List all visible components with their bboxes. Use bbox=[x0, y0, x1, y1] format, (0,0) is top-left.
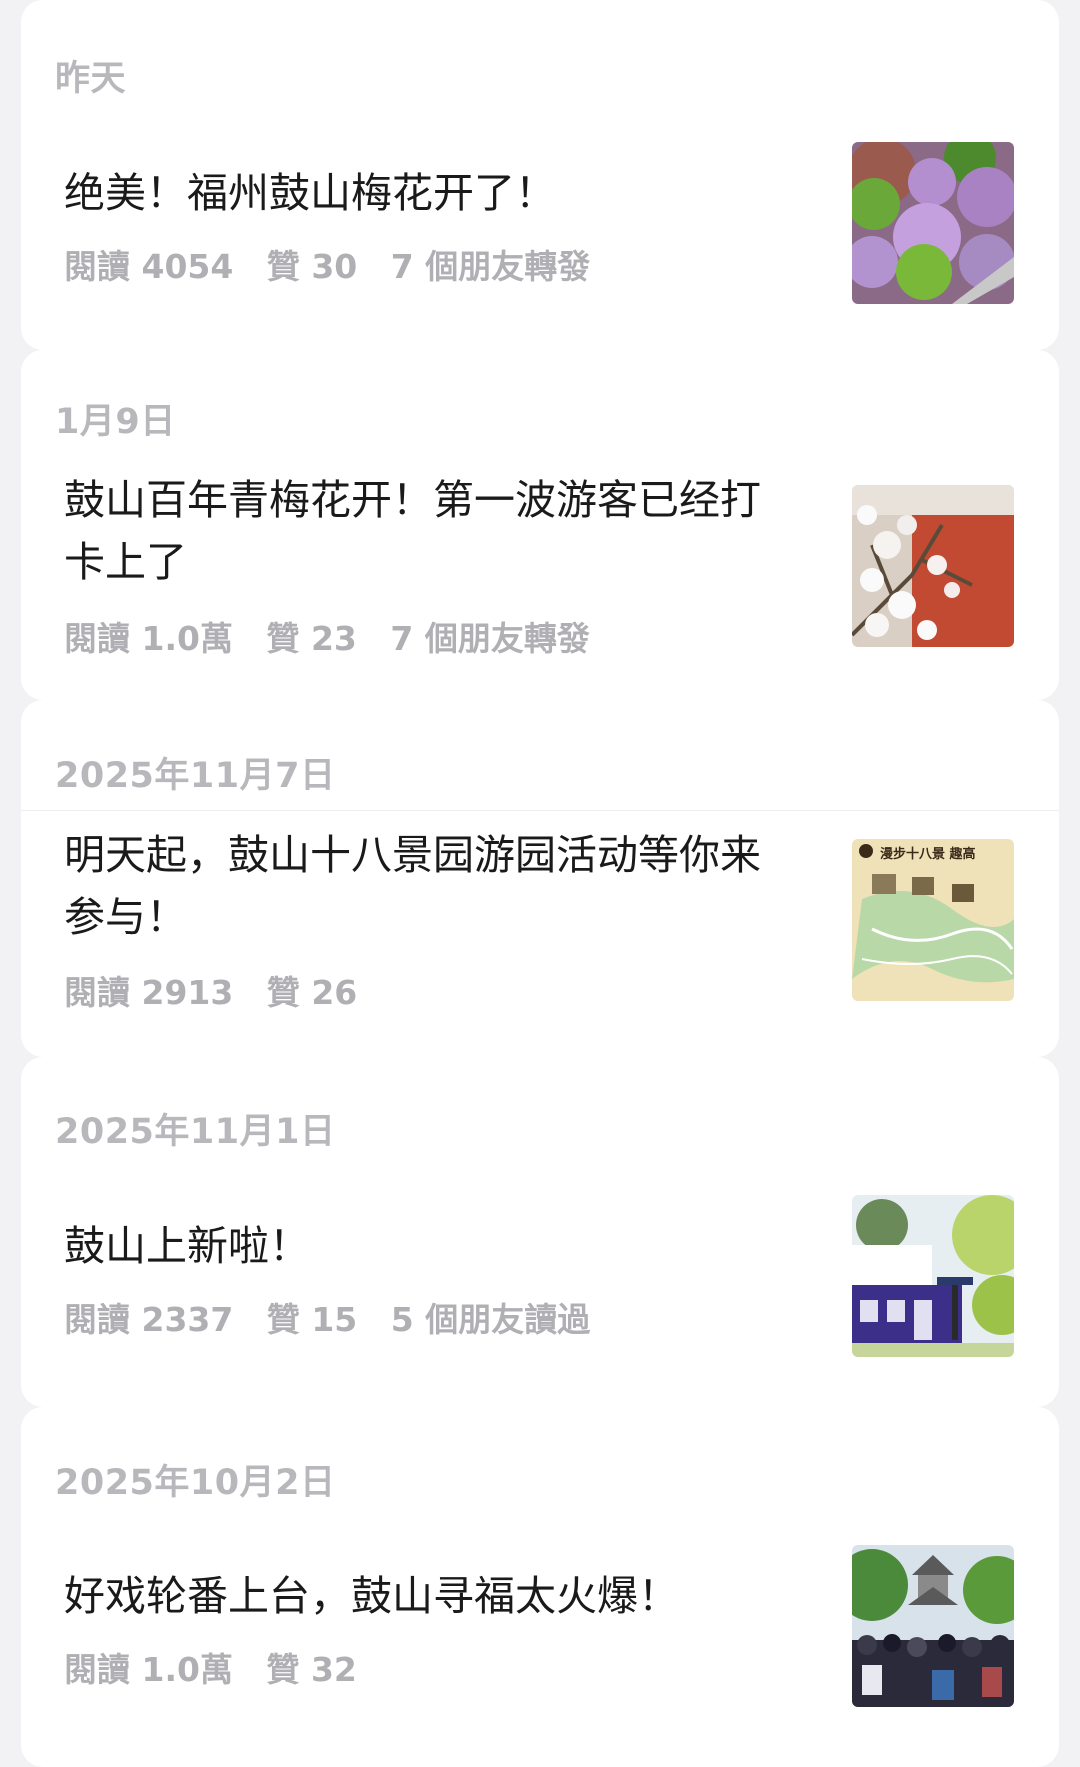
crowd-pavilion-thumbnail[interactable] bbox=[852, 1545, 1014, 1707]
article-title[interactable]: 明天起，鼓山十八景园游园活动等你来参与！ bbox=[64, 824, 799, 948]
friend-share-count: 7 個朋友轉發 bbox=[390, 247, 591, 286]
article-stats: 閱讀 1.0萬 贊 32 bbox=[64, 1643, 379, 1691]
read-count: 閱讀 1.0萬 bbox=[64, 619, 233, 658]
article-stats: 閱讀 2337 贊 15 5 個朋友讀過 bbox=[64, 1293, 612, 1341]
article-feed: 昨天 绝美！福州鼓山梅花开了！ 閱讀 4054 贊 30 7 個朋友轉發 1月9… bbox=[0, 0, 1080, 1767]
article-stats: 閱讀 2913 贊 26 bbox=[64, 966, 379, 1014]
post-date: 1月9日 bbox=[55, 402, 176, 442]
friend-read-count: 5 個朋友讀過 bbox=[390, 1300, 591, 1339]
article-card-3[interactable]: 2025年11月7日 明天起，鼓山十八景园游园活动等你来参与！ 閱讀 2913 … bbox=[21, 700, 1059, 1057]
like-count: 贊 32 bbox=[266, 1650, 357, 1689]
friend-share-count: 7 個朋友轉發 bbox=[390, 619, 590, 658]
like-count: 贊 15 bbox=[266, 1300, 358, 1339]
read-count: 閱讀 2337 bbox=[64, 1300, 234, 1339]
post-date: 昨天 bbox=[55, 59, 127, 99]
read-count: 閱讀 2913 bbox=[64, 973, 234, 1012]
article-stats: 閱讀 4054 贊 30 7 個朋友轉發 bbox=[64, 240, 612, 288]
article-card-5[interactable]: 2025年10月2日 好戏轮番上台，鼓山寻福太火爆！ 閱讀 1.0萬 贊 32 bbox=[21, 1407, 1059, 1767]
article-card-2[interactable]: 1月9日 鼓山百年青梅花开！第一波游客已经打卡上了 閱讀 1.0萬 贊 23 7… bbox=[21, 350, 1059, 700]
divider bbox=[21, 810, 1059, 811]
map-thumbnail-title: 漫步十八景 趣高 bbox=[880, 847, 976, 862]
building-thumbnail[interactable] bbox=[852, 1195, 1014, 1357]
post-date: 2025年11月1日 bbox=[55, 1112, 336, 1152]
scenic-map-thumbnail[interactable]: 漫步十八景 趣高 bbox=[852, 839, 1014, 1001]
like-count: 贊 30 bbox=[266, 247, 358, 286]
article-title[interactable]: 绝美！福州鼓山梅花开了！ bbox=[64, 162, 799, 224]
article-card-1[interactable]: 昨天 绝美！福州鼓山梅花开了！ 閱讀 4054 贊 30 7 個朋友轉發 bbox=[21, 0, 1059, 350]
article-card-4[interactable]: 2025年11月1日 鼓山上新啦！ 閱讀 2337 贊 15 5 個朋友讀過 bbox=[21, 1057, 1059, 1407]
read-count: 閱讀 4054 bbox=[64, 247, 234, 286]
article-title[interactable]: 鼓山百年青梅花开！第一波游客已经打卡上了 bbox=[64, 469, 799, 593]
article-title[interactable]: 好戏轮番上台，鼓山寻福太火爆！ bbox=[64, 1565, 799, 1627]
post-date: 2025年10月2日 bbox=[55, 1463, 336, 1503]
like-count: 贊 23 bbox=[266, 619, 357, 658]
article-title[interactable]: 鼓山上新啦！ bbox=[64, 1215, 799, 1277]
plum-blossom-aerial-thumbnail[interactable] bbox=[852, 142, 1014, 304]
article-stats: 閱讀 1.0萬 贊 23 7 個朋友轉發 bbox=[64, 612, 612, 660]
read-count: 閱讀 1.0萬 bbox=[64, 1650, 233, 1689]
post-date: 2025年11月7日 bbox=[55, 756, 336, 796]
white-plum-blossom-thumbnail[interactable] bbox=[852, 485, 1014, 647]
like-count: 贊 26 bbox=[266, 973, 358, 1012]
